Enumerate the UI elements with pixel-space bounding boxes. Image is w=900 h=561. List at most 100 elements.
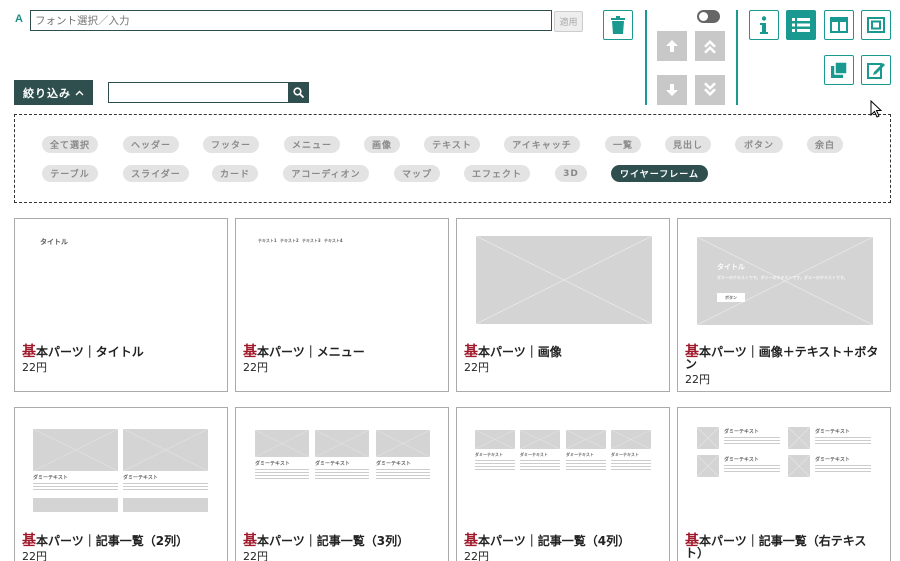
part-card[interactable]: 基本パーツ｜画像 22円 xyxy=(456,218,670,392)
layout-button[interactable] xyxy=(824,10,854,40)
card-title: 基本パーツ｜タイトル xyxy=(22,344,144,360)
list-icon xyxy=(792,18,810,32)
search-input[interactable] xyxy=(108,82,289,103)
tag-select-all[interactable]: 全て選択 xyxy=(42,136,98,153)
preview-menu-item: テキスト3 xyxy=(302,238,321,243)
part-card[interactable]: タイトル ダミーのテキストです。ダミーのテキストです。ダミーのテキストです。 ボ… xyxy=(677,218,891,392)
search-button[interactable] xyxy=(288,82,309,103)
chevron-up-icon xyxy=(75,90,84,95)
apply-button[interactable]: 適用 xyxy=(554,11,583,32)
text-lines xyxy=(33,481,118,490)
preview-body: ダミーのテキストです。ダミーのテキストです。ダミーのテキストです。 xyxy=(717,275,848,280)
part-card[interactable]: ダミーテキスト ダミーテキスト 基本パーツ｜記事一覧（2列） 22円 xyxy=(14,407,228,561)
tag-footer[interactable]: フッター xyxy=(203,136,259,153)
copy-icon xyxy=(831,61,848,78)
tag-card[interactable]: カード xyxy=(212,165,258,182)
tag-menu[interactable]: メニュー xyxy=(284,136,340,153)
move-up-button[interactable] xyxy=(657,31,687,61)
edit-icon xyxy=(867,63,885,79)
image-placeholder xyxy=(476,236,652,324)
part-card[interactable]: ダミーテキスト ダミーテキスト ダミーテキスト ダミーテキスト 基本パーツ｜記事… xyxy=(456,407,670,561)
tag-list[interactable]: 一覧 xyxy=(605,136,641,153)
tag-effect[interactable]: エフェクト xyxy=(464,165,530,182)
card-price: 22円 xyxy=(464,550,489,561)
tag-table[interactable]: テーブル xyxy=(42,165,98,182)
filter-button[interactable]: 絞り込み xyxy=(14,80,93,105)
item-title: ダミーテキスト xyxy=(33,475,68,481)
tag-text[interactable]: テキスト xyxy=(424,136,480,153)
preview-heading: タイトル xyxy=(40,238,68,246)
copy-button[interactable] xyxy=(824,55,854,85)
tag-margin[interactable]: 余白 xyxy=(807,136,843,153)
card-price: 22円 xyxy=(243,361,268,374)
font-icon: A xyxy=(15,13,23,25)
part-card[interactable]: ダミーテキスト ダミーテキスト ダミーテキスト 基本パーツ｜記事一覧（3列） 2… xyxy=(235,407,449,561)
tag-map[interactable]: マップ xyxy=(394,165,440,182)
tag-wireframe[interactable]: ワイヤーフレーム xyxy=(611,165,708,182)
edit-button[interactable] xyxy=(861,55,891,85)
preview-menu-item: テキスト1 xyxy=(258,238,277,243)
preview-menu-item: テキスト2 xyxy=(280,238,299,243)
fullscreen-button[interactable] xyxy=(861,10,891,40)
card-price: 22円 xyxy=(22,361,47,374)
tag-heading[interactable]: 見出し xyxy=(665,136,711,153)
tag-eyecatch[interactable]: アイキャッチ xyxy=(504,136,580,153)
image-placeholder xyxy=(376,430,430,457)
part-card[interactable]: タイトル 基本パーツ｜タイトル 22円 xyxy=(14,218,228,392)
image-placeholder xyxy=(475,430,515,449)
info-button[interactable] xyxy=(749,10,779,40)
tag-3d[interactable]: 3D xyxy=(555,165,587,182)
image-placeholder xyxy=(697,427,719,449)
delete-button[interactable] xyxy=(603,10,633,40)
arrow-down-icon xyxy=(666,84,678,96)
card-title: 基本パーツ｜記事一覧（3列） xyxy=(243,533,410,549)
tag-image[interactable]: 画像 xyxy=(364,136,400,153)
tag-header[interactable]: ヘッダー xyxy=(123,136,179,153)
search-icon xyxy=(293,87,304,98)
info-icon xyxy=(760,16,768,34)
text-lines xyxy=(815,463,871,472)
mouse-cursor-icon xyxy=(870,100,882,118)
card-price: 22円 xyxy=(243,550,268,561)
card-title: 基本パーツ｜メニュー xyxy=(243,344,365,360)
move-down-button[interactable] xyxy=(657,75,687,105)
text-lines xyxy=(376,467,430,479)
double-chevron-down-icon xyxy=(704,82,716,96)
tag-button[interactable]: ボタン xyxy=(735,136,783,153)
image-placeholder xyxy=(33,498,118,512)
image-placeholder xyxy=(123,429,208,471)
preview-menu-item: テキスト4 xyxy=(324,238,343,243)
image-placeholder: タイトル ダミーのテキストです。ダミーのテキストです。ダミーのテキストです。 ボ… xyxy=(697,237,873,325)
toggle-knob xyxy=(699,12,708,21)
trash-icon xyxy=(611,16,625,34)
layout-icon xyxy=(830,17,848,33)
font-input[interactable] xyxy=(30,10,552,31)
text-lines xyxy=(315,467,369,479)
card-title: 基本パーツ｜画像 xyxy=(464,344,562,360)
part-card[interactable]: テキスト1 テキスト2 テキスト3 テキスト4 基本パーツ｜メニュー 22円 xyxy=(235,218,449,392)
card-price: 22円 xyxy=(22,550,47,561)
image-placeholder xyxy=(315,430,369,457)
image-placeholder xyxy=(33,429,118,471)
item-title: ダミーテキスト xyxy=(815,429,850,435)
item-title: ダミーテキスト xyxy=(255,461,290,467)
card-title: 基本パーツ｜記事一覧（右テキスト） xyxy=(685,533,867,560)
item-title: ダミーテキスト xyxy=(315,461,350,467)
text-lines xyxy=(724,435,780,444)
part-card[interactable]: ダミーテキスト ダミーテキスト ダミーテキスト ダミーテキスト 基本パーツ｜記事… xyxy=(677,407,891,561)
text-lines xyxy=(255,467,309,479)
card-title: 基本パーツ｜画像＋テキスト＋ボタン xyxy=(685,344,879,371)
image-placeholder xyxy=(123,498,208,512)
image-placeholder xyxy=(788,427,810,449)
text-lines xyxy=(566,458,606,470)
card-title: 基本パーツ｜記事一覧（2列） xyxy=(22,533,189,549)
move-top-button[interactable] xyxy=(695,31,725,61)
toggle-switch[interactable] xyxy=(697,10,720,23)
move-bottom-button[interactable] xyxy=(695,75,725,105)
list-view-button[interactable] xyxy=(786,10,816,40)
filter-label: 絞り込み xyxy=(23,86,71,100)
tag-accordion[interactable]: アコーディオン xyxy=(283,165,369,182)
tag-slider[interactable]: スライダー xyxy=(123,165,189,182)
image-placeholder xyxy=(697,455,719,477)
preview-button: ボタン xyxy=(717,293,745,302)
